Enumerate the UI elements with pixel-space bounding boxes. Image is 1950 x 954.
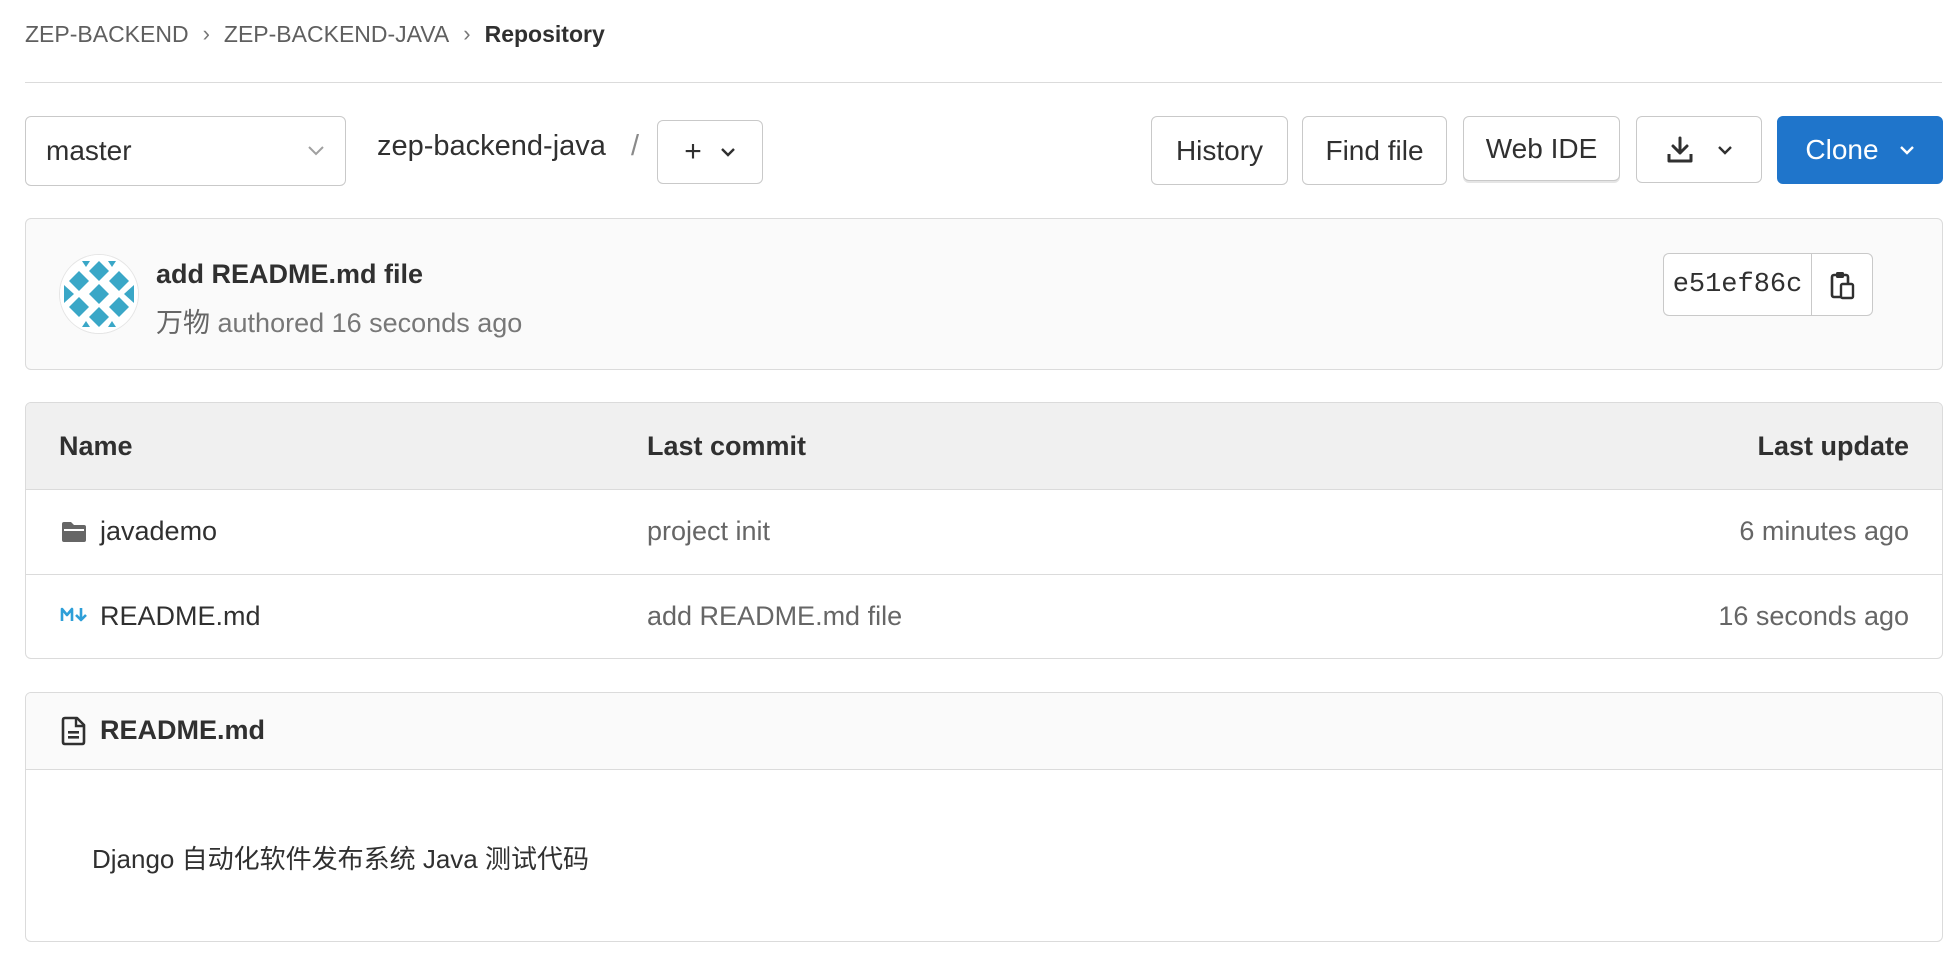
chevron-right-icon: › <box>202 21 210 46</box>
find-file-button-label: Find file <box>1325 134 1424 166</box>
commit-sha[interactable]: e51ef86c <box>1663 253 1811 316</box>
commit-meta: 万物 authored 16 seconds ago <box>156 301 522 340</box>
commit-title[interactable]: add README.md file <box>156 259 423 290</box>
history-button-label: History <box>1175 134 1264 166</box>
chevron-right-icon: › <box>463 21 471 46</box>
file-name-link[interactable]: javademo <box>100 516 217 547</box>
add-to-tree-button[interactable]: + <box>657 120 763 184</box>
file-tree-table: Name Last commit Last update javademo pr… <box>25 402 1943 659</box>
folder-icon <box>62 522 86 542</box>
identicon-avatar-icon <box>60 255 138 333</box>
readme-header: README.md <box>26 693 1942 770</box>
web-ide-button[interactable]: Web IDE <box>1463 116 1620 181</box>
readme-title[interactable]: README.md <box>100 715 265 746</box>
download-icon <box>1667 136 1693 162</box>
repo-path-link[interactable]: zep-backend-java <box>377 130 606 163</box>
history-button[interactable]: History <box>1151 116 1288 185</box>
header-last-commit: Last commit <box>647 431 807 461</box>
readme-content: Django 自动化软件发布系统 Java 测试代码 <box>92 844 589 874</box>
chevron-down-icon <box>1718 145 1732 155</box>
markdown-icon <box>60 607 87 622</box>
breadcrumb-current[interactable]: Repository <box>485 21 605 48</box>
clipboard-icon <box>1830 271 1855 299</box>
file-text-icon <box>61 716 86 746</box>
header-last-update: Last update <box>1757 431 1909 461</box>
breadcrumb-project-link[interactable]: ZEP-BACKEND-JAVA <box>224 21 449 48</box>
branch-selector[interactable]: master <box>25 116 346 186</box>
find-file-button[interactable]: Find file <box>1302 116 1447 185</box>
commit-sha-group: e51ef86c <box>1663 253 1873 316</box>
commit-authored-time: authored 16 seconds ago <box>217 308 523 338</box>
path-separator: / <box>631 130 640 162</box>
file-last-update: 16 seconds ago <box>1718 601 1909 631</box>
clone-dropdown-button[interactable]: Clone <box>1777 116 1943 184</box>
table-row[interactable]: javademo project init 6 minutes ago <box>26 490 1942 575</box>
readme-panel: README.md Django 自动化软件发布系统 Java 测试代码 <box>25 692 1943 942</box>
plus-icon: + <box>684 135 702 168</box>
file-last-update: 6 minutes ago <box>1739 516 1909 546</box>
breadcrumb-divider <box>25 82 1942 83</box>
download-dropdown-button[interactable] <box>1636 116 1762 183</box>
avatar[interactable] <box>59 254 139 334</box>
chevron-down-icon <box>308 146 324 156</box>
header-name: Name <box>59 431 133 461</box>
breadcrumb: ZEP-BACKEND › ZEP-BACKEND-JAVA › Reposit… <box>25 18 605 50</box>
chevron-down-icon <box>720 148 735 157</box>
web-ide-button-label: Web IDE <box>1485 132 1598 164</box>
branch-name: master <box>46 135 132 166</box>
table-header: Name Last commit Last update <box>26 403 1942 490</box>
chevron-down-icon <box>1899 146 1914 155</box>
breadcrumb-group-link[interactable]: ZEP-BACKEND <box>25 21 189 48</box>
table-row[interactable]: README.md add README.md file 16 seconds … <box>26 575 1942 658</box>
file-last-commit-link[interactable]: project init <box>647 516 770 547</box>
file-last-commit-link[interactable]: add README.md file <box>647 601 902 632</box>
clone-button-label: Clone <box>1805 134 1879 165</box>
copy-sha-button[interactable] <box>1811 253 1873 316</box>
last-commit-panel: add README.md file 万物 authored 16 second… <box>25 218 1943 370</box>
file-name-link[interactable]: README.md <box>100 601 261 632</box>
commit-author[interactable]: 万物 <box>156 308 210 338</box>
